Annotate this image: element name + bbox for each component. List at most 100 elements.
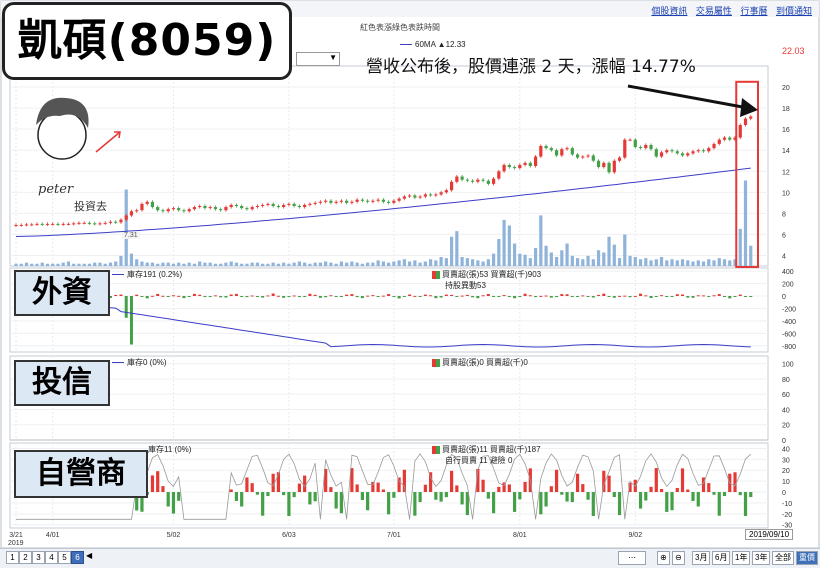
foreign-bar: [271, 293, 275, 296]
volume-bar: [161, 262, 165, 266]
range-all-button[interactable]: 全部: [772, 551, 794, 565]
link-calendar[interactable]: 行事曆: [740, 6, 767, 16]
page-button-1[interactable]: 1: [6, 551, 19, 564]
zoom-in-icon[interactable]: ⊕: [657, 551, 670, 565]
price-y-tick: 4: [782, 253, 786, 260]
price-y-tick: 16: [782, 127, 790, 134]
candle-body: [743, 118, 748, 125]
volume-bar: [324, 261, 328, 266]
price-y-tick: 6: [782, 232, 786, 239]
dealer-bar: [161, 486, 165, 493]
price-y-tick: 12: [782, 169, 790, 176]
volume-bar: [229, 261, 233, 266]
scroll-left-icon[interactable]: ◀: [86, 551, 92, 560]
candle-body: [292, 203, 296, 206]
range-3m-button[interactable]: 3月: [692, 551, 711, 565]
foreign-bar: [119, 294, 123, 296]
candle-body: [738, 124, 742, 138]
period-select[interactable]: ▼: [296, 52, 340, 66]
dealer-bar: [303, 475, 307, 493]
range-price-button[interactable]: 重價: [796, 551, 818, 565]
volume-bar: [491, 253, 496, 266]
candle-body: [691, 151, 695, 154]
foreign-bar: [738, 294, 742, 296]
volume-bar: [82, 263, 86, 266]
dealer-bar: [507, 484, 511, 493]
volume-bar: [408, 261, 412, 266]
volume-bar: [371, 262, 375, 266]
scroll-track[interactable]: ⋯: [618, 551, 646, 565]
foreign-bar: [234, 293, 238, 296]
dealer-bar: [691, 492, 695, 501]
dealer-bar: [339, 492, 343, 514]
volume-bar: [502, 219, 506, 266]
candle-body: [544, 146, 548, 149]
candle-body: [77, 222, 81, 224]
candle-body: [324, 200, 328, 202]
volume-bar: [334, 263, 338, 266]
volume-bar: [213, 263, 218, 266]
link-trade-attr[interactable]: 交易屬性: [696, 6, 732, 16]
foreign-bar: [219, 296, 223, 298]
page-button-6[interactable]: 6: [71, 551, 84, 564]
dealer-bar: [455, 485, 459, 493]
range-6m-button[interactable]: 6月: [712, 551, 731, 565]
candle-body: [19, 224, 23, 226]
price-y-tick: 14: [782, 148, 790, 155]
volume-bar: [696, 260, 700, 266]
volume-bar: [224, 262, 228, 266]
dealer-bar: [575, 473, 580, 493]
dealer-bar: [617, 492, 622, 516]
volume-bar: [355, 262, 359, 266]
page-button-4[interactable]: 4: [45, 551, 58, 564]
volume-bar: [135, 259, 139, 266]
stock-title: 凱碩(8059): [2, 2, 292, 80]
range-1y-button[interactable]: 1年: [732, 551, 751, 565]
volume-bar: [303, 262, 307, 266]
foreign-bar: [665, 296, 669, 297]
foreign-bar: [576, 296, 580, 297]
panel-frame-foreign: [9, 267, 769, 353]
foreign-bar: [465, 294, 469, 296]
volume-bar: [450, 236, 454, 266]
page-button-3[interactable]: 3: [32, 551, 45, 564]
dealer-bar: [413, 492, 417, 516]
y-tick-外資: 400: [782, 269, 794, 276]
candle-body: [518, 164, 522, 169]
candle-body: [749, 116, 753, 119]
dealer-bar: [607, 475, 611, 493]
volume-bar: [387, 262, 391, 266]
zoom-out-icon[interactable]: ⊖: [672, 551, 685, 565]
link-stock-info[interactable]: 個股資訊: [651, 6, 687, 16]
foreign-legend-bar: 買賣超(張)53 買賣超(千)903: [432, 269, 541, 280]
foreign-bar: [408, 294, 412, 296]
dealer-bar: [539, 492, 543, 515]
foreign-bar: [287, 296, 291, 297]
trust-holding-text: 庫存0 (0%): [127, 358, 167, 367]
candle-body: [408, 195, 412, 197]
volume-bar: [465, 258, 469, 266]
foreign-bar: [171, 295, 175, 297]
dealer-holding-text: 庫存11 (0%): [148, 445, 192, 454]
foreign-bar: [654, 296, 658, 297]
dealer-bar: [229, 489, 233, 493]
foreign-bar: [681, 294, 685, 296]
candle-body: [707, 148, 711, 152]
page-button-2[interactable]: 2: [19, 551, 32, 564]
price-y-tick: 10: [782, 190, 790, 197]
volume-bar: [712, 260, 716, 266]
candle-body: [360, 199, 364, 201]
foreign-bar: [208, 296, 212, 297]
candle-body: [51, 223, 55, 225]
foreign-bar: [129, 296, 133, 345]
candle-body: [528, 162, 532, 166]
foreign-bar: [570, 296, 574, 298]
dealer-bar: [355, 484, 359, 493]
range-3y-button[interactable]: 3年: [752, 551, 771, 565]
foreign-bar: [203, 296, 207, 298]
foreign-bar: [649, 296, 653, 299]
page-button-5[interactable]: 5: [58, 551, 71, 564]
candle-body: [313, 202, 317, 204]
link-price-alert[interactable]: 到價通知: [776, 6, 812, 16]
candle-body: [261, 204, 265, 206]
